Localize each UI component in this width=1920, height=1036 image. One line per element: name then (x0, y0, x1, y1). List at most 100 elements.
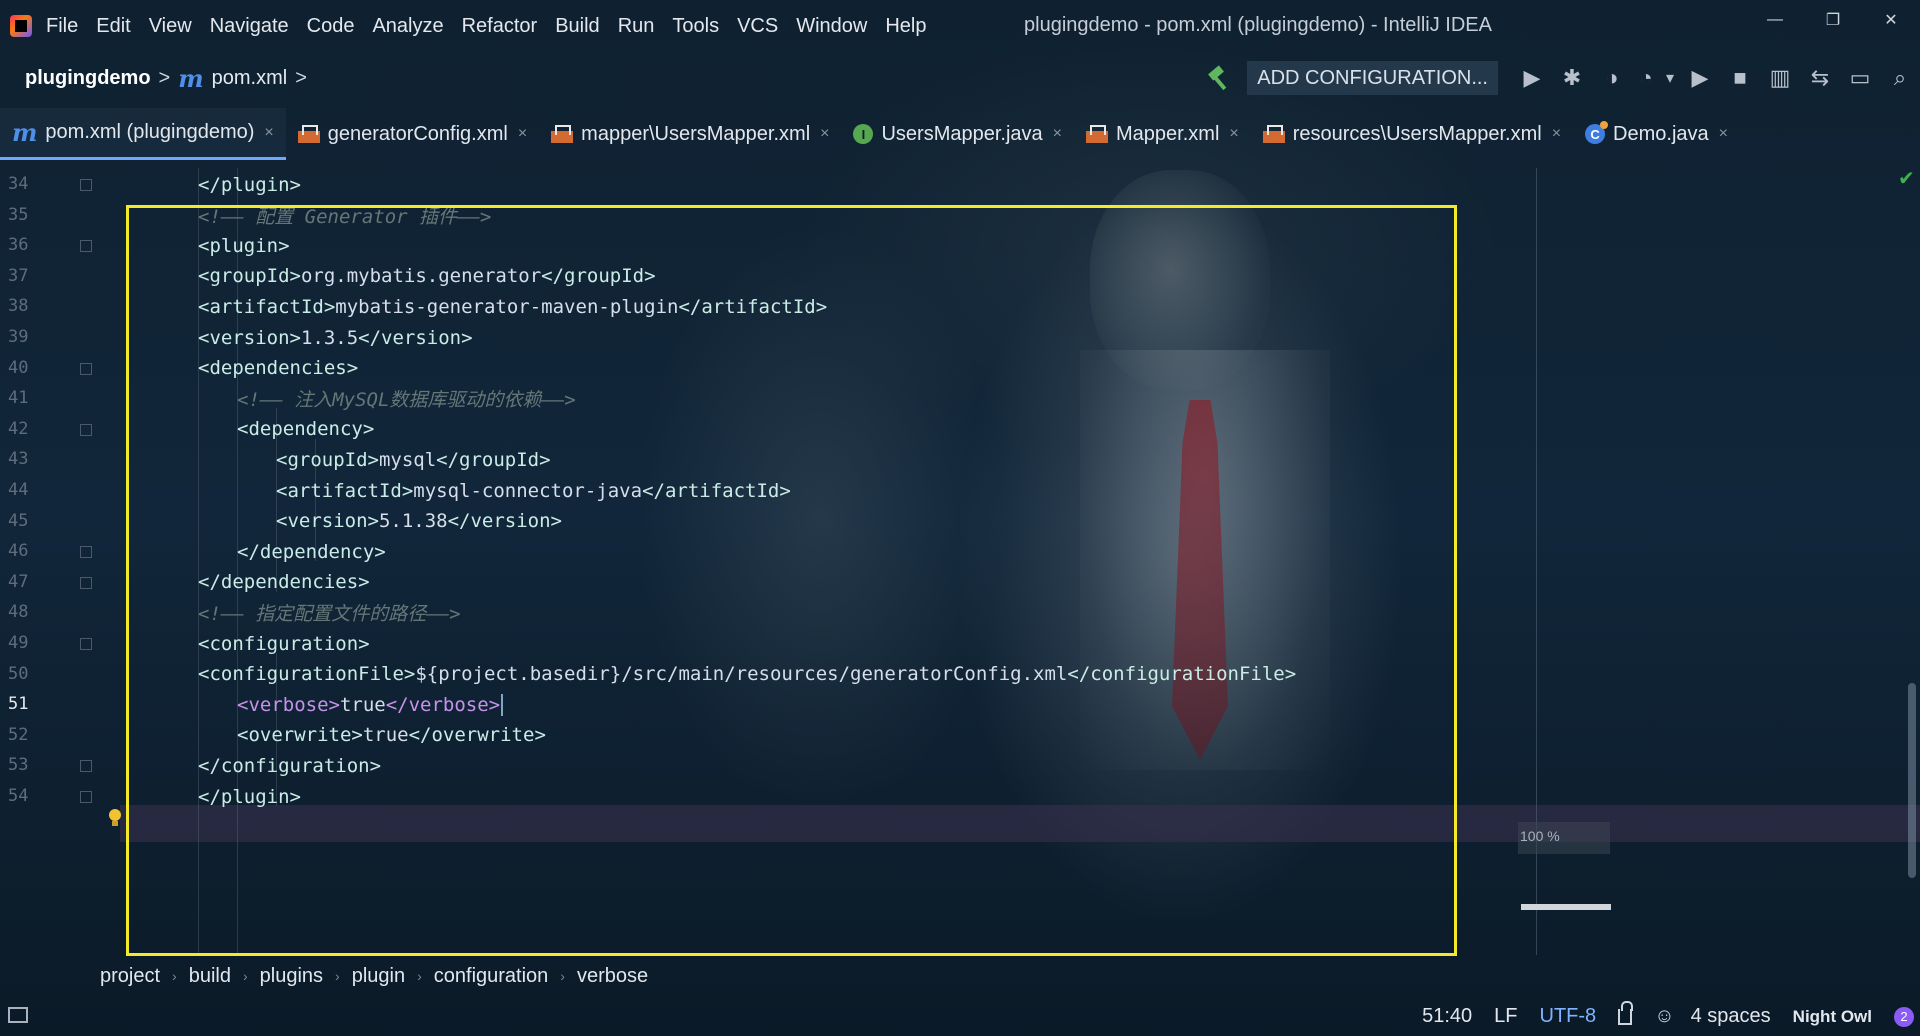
indent-setting[interactable]: 4 spaces (1691, 1005, 1771, 1028)
line-number[interactable]: 45 (8, 511, 36, 531)
editor-tab[interactable]: mapper\UsersMapper.xml × (539, 108, 841, 160)
translate-icon[interactable]: ⇆ (1800, 58, 1840, 98)
line-number[interactable]: 54 (8, 786, 36, 806)
line-number[interactable]: 39 (8, 327, 36, 347)
breadcrumb-project[interactable]: plugingdemo (25, 67, 151, 90)
restore-button[interactable]: ❐ (1804, 0, 1862, 40)
tab-close-icon[interactable]: × (1719, 125, 1728, 143)
menu-navigate[interactable]: Navigate (210, 15, 289, 38)
menu-window[interactable]: Window (796, 15, 867, 38)
fold-marker-icon[interactable] (80, 638, 92, 650)
fold-marker-icon[interactable] (80, 791, 92, 803)
stop-icon[interactable]: ■ (1720, 58, 1760, 98)
lock-icon[interactable] (1618, 1000, 1634, 1025)
editor-tab[interactable]: generatorConfig.xml × (286, 108, 539, 160)
line-number[interactable]: 48 (8, 602, 36, 622)
chevron-down-icon[interactable]: ▾ (1660, 58, 1680, 98)
editor-tab[interactable]: resources\UsersMapper.xml × (1251, 108, 1573, 160)
line-number[interactable]: 38 (8, 296, 36, 316)
line-separator[interactable]: LF (1494, 1005, 1517, 1028)
tab-close-icon[interactable]: × (1053, 125, 1062, 143)
fold-marker-icon[interactable] (80, 760, 92, 773)
tab-close-icon[interactable]: × (820, 125, 829, 143)
menu-help[interactable]: Help (885, 15, 926, 38)
line-number[interactable]: 36 (8, 235, 36, 255)
intellij-logo-icon[interactable] (10, 15, 32, 37)
line-number[interactable]: 46 (8, 541, 36, 561)
line-number[interactable]: 34 (8, 174, 36, 194)
file-encoding[interactable]: UTF-8 (1540, 1005, 1597, 1028)
menu-build[interactable]: Build (555, 15, 599, 38)
code-tag: </configurationFile> (1067, 663, 1297, 686)
code-line[interactable]: </plugin> (198, 778, 301, 815)
project-structure-icon[interactable]: ▥ (1760, 58, 1800, 98)
add-configuration-button[interactable]: ADD CONFIGURATION... (1247, 61, 1498, 95)
fold-marker-icon[interactable] (80, 546, 92, 559)
theme-name[interactable]: Night Owl (1793, 1007, 1872, 1027)
path-item-project[interactable]: project (100, 965, 160, 988)
search-icon[interactable]: ⌕ (1880, 58, 1920, 98)
menu-edit[interactable]: Edit (96, 15, 130, 38)
breadcrumb-file[interactable]: pom.xml (212, 67, 288, 90)
debug-icon[interactable]: ✱ (1552, 58, 1592, 98)
editor-tab[interactable]: C Demo.java × (1573, 108, 1740, 160)
line-number[interactable]: 44 (8, 480, 36, 500)
caret-position[interactable]: 51:40 (1422, 1005, 1472, 1028)
path-item-verbose[interactable]: verbose (577, 965, 648, 988)
run-secondary-icon[interactable]: ▶ (1680, 58, 1720, 98)
lightbulb-icon[interactable] (107, 809, 123, 829)
line-number[interactable]: 35 (8, 205, 36, 225)
coverage-icon[interactable]: ◑ (1592, 58, 1632, 98)
vertical-scrollbar[interactable] (1908, 683, 1916, 878)
path-item-build[interactable]: build (189, 965, 231, 988)
menu-file[interactable]: File (46, 15, 78, 38)
path-item-plugin[interactable]: plugin (352, 965, 405, 988)
fold-marker-icon[interactable] (80, 240, 92, 253)
editor-tab[interactable]: m pom.xml (plugingdemo) × (0, 108, 286, 160)
line-number[interactable]: 50 (8, 664, 36, 684)
code-tag: </artifactId> (678, 295, 828, 318)
zoom-slider[interactable] (1521, 904, 1611, 910)
menu-tools[interactable]: Tools (672, 15, 719, 38)
path-item-plugins[interactable]: plugins (260, 965, 323, 988)
line-number[interactable]: 42 (8, 419, 36, 439)
line-number[interactable]: 47 (8, 572, 36, 592)
editor-tab[interactable]: I UsersMapper.java × (841, 108, 1074, 160)
path-item-configuration[interactable]: configuration (434, 965, 549, 988)
menu-analyze[interactable]: Analyze (372, 15, 443, 38)
fold-marker-icon[interactable] (80, 423, 92, 436)
run-icon[interactable]: ▶ (1512, 58, 1552, 98)
line-number[interactable]: 40 (8, 358, 36, 378)
fold-marker-icon[interactable] (80, 362, 92, 375)
minimize-button[interactable]: — (1746, 0, 1804, 40)
line-number[interactable]: 53 (8, 755, 36, 775)
line-number[interactable]: 37 (8, 266, 36, 286)
tab-close-icon[interactable]: × (518, 125, 527, 143)
agent-icon[interactable]: ☺ (1654, 1005, 1674, 1028)
fold-marker-icon[interactable] (80, 576, 92, 589)
tab-close-icon[interactable]: × (1552, 125, 1561, 143)
build-hammer-icon[interactable] (1207, 65, 1233, 91)
close-window-button[interactable]: ✕ (1862, 0, 1920, 40)
terminal-icon[interactable]: ▭ (1840, 58, 1880, 98)
line-number[interactable]: 52 (8, 725, 36, 745)
inspection-ok-icon[interactable]: ✔ (1898, 166, 1915, 191)
tab-close-icon[interactable]: × (1229, 125, 1238, 143)
menu-vcs[interactable]: VCS (737, 15, 778, 38)
menu-run[interactable]: Run (618, 15, 655, 38)
profile-icon[interactable]: ◔ (1632, 58, 1660, 98)
editor-tab[interactable]: Mapper.xml × (1074, 108, 1251, 160)
menu-view[interactable]: View (149, 15, 192, 38)
line-number[interactable]: 51 (8, 694, 36, 714)
code-editor[interactable]: 34 35 36 37 38 39 40 41 42 43 44 45 46 47 48 49 50 51 52 53… (0, 168, 1920, 955)
line-number[interactable]: 49 (8, 633, 36, 653)
fold-marker-icon[interactable] (80, 179, 92, 191)
editor-gutter[interactable]: 34 35 36 37 38 39 40 41 42 43 44 45 46 47 48 49 50 51 52 53… (0, 168, 123, 955)
line-number[interactable]: 43 (8, 449, 36, 469)
notifications-badge[interactable]: 2 (1894, 1006, 1914, 1027)
line-number[interactable]: 41 (8, 388, 36, 408)
tab-close-icon[interactable]: × (264, 124, 273, 142)
tool-windows-toggle-icon[interactable] (8, 1007, 28, 1023)
menu-code[interactable]: Code (307, 15, 355, 38)
menu-refactor[interactable]: Refactor (462, 15, 538, 38)
